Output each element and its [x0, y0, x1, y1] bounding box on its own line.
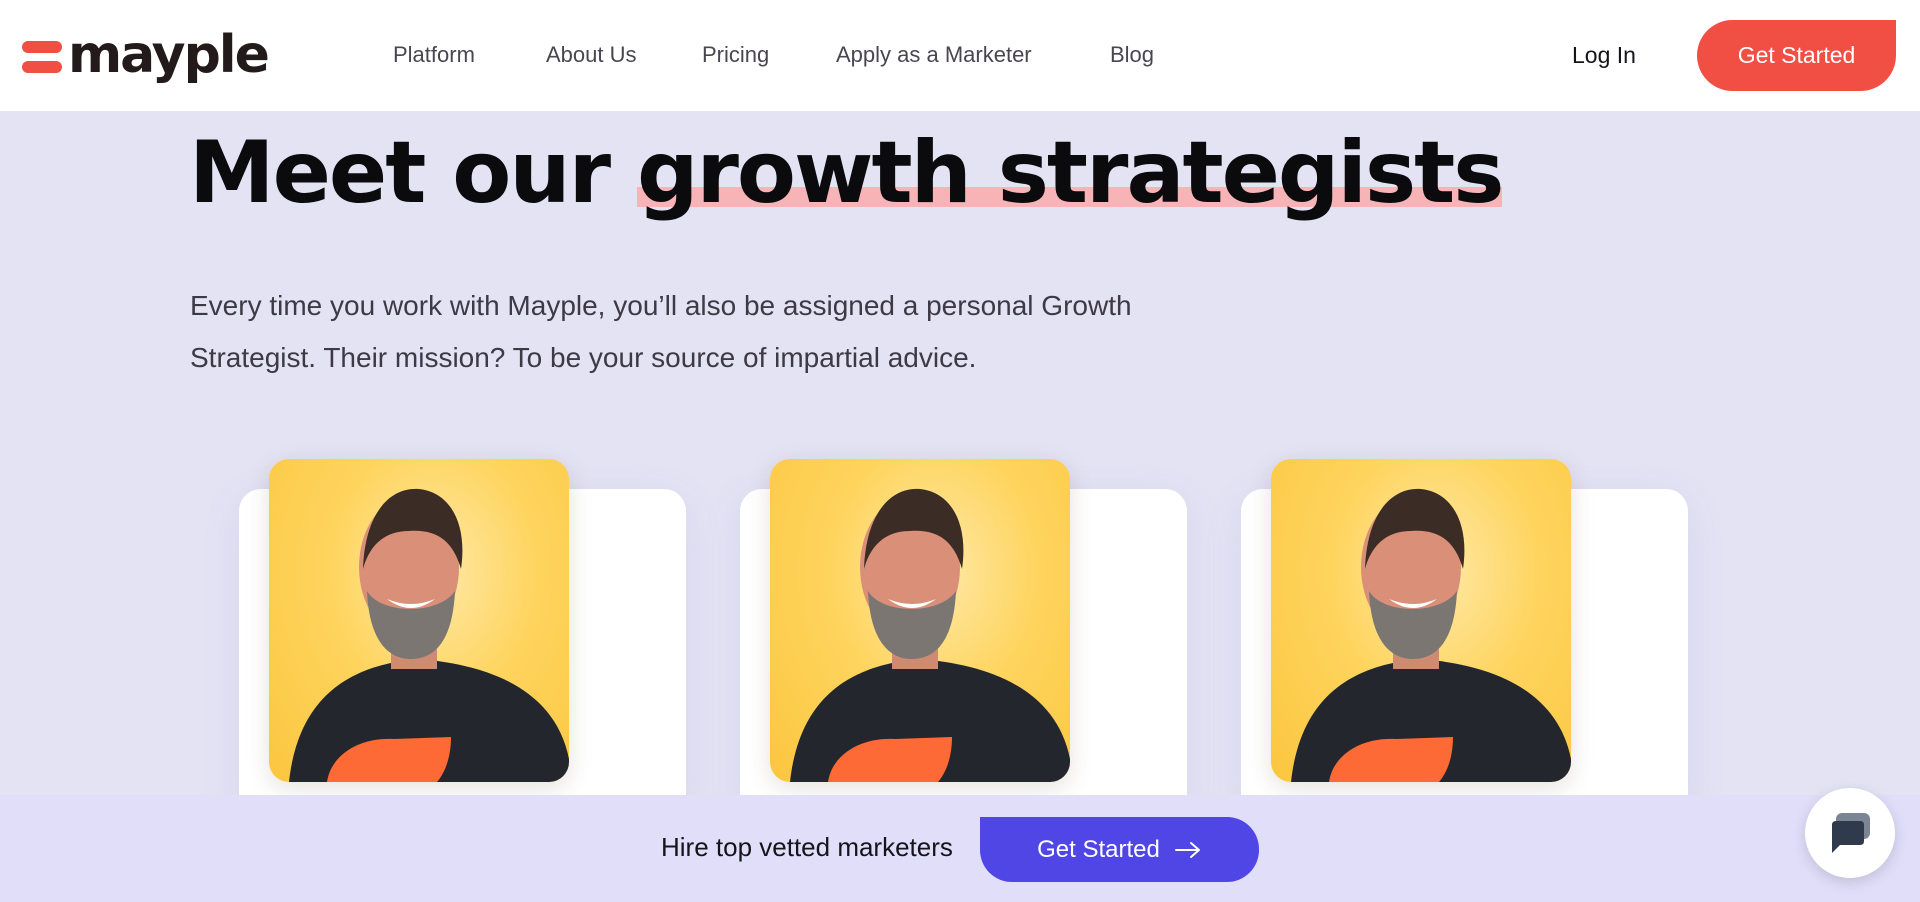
nav-item-apply-marketer[interactable]: Apply as a Marketer	[836, 42, 1032, 68]
title-highlight: growth strategists	[636, 123, 1504, 223]
nav-item-about-us[interactable]: About Us	[546, 42, 637, 68]
sticky-cta-bar: Hire top vetted marketers Get Started	[0, 795, 1920, 902]
nav-item-platform[interactable]: Platform	[393, 42, 475, 68]
hero-subtitle: Every time you work with Mayple, you’ll …	[190, 290, 1132, 373]
page-title: Meet our growth strategists	[189, 118, 1504, 228]
sticky-cta-text: Hire top vetted marketers	[661, 832, 953, 862]
strategist-photo	[1271, 459, 1571, 782]
strategist-photo	[770, 459, 1070, 782]
arrow-right-icon	[1174, 841, 1200, 858]
chat-bubble-icon	[1832, 813, 1870, 853]
header-get-started-button[interactable]: Get Started	[1697, 20, 1896, 91]
strategist-photo	[269, 459, 569, 782]
site-header: mayple Platform About Us Pricing Apply a…	[0, 0, 1920, 111]
logo-text: mayple	[68, 25, 270, 85]
login-link[interactable]: Log In	[1572, 42, 1636, 69]
strategist-portrait-icon	[790, 488, 1070, 782]
chat-launcher-button[interactable]	[1805, 788, 1895, 878]
strategist-portrait-icon	[289, 488, 569, 782]
logo-mark-icon	[22, 41, 62, 73]
nav-item-blog[interactable]: Blog	[1110, 42, 1154, 68]
sticky-get-started-button[interactable]: Get Started	[980, 817, 1259, 882]
brand-logo[interactable]: mayple	[22, 24, 270, 86]
strategist-portrait-icon	[1291, 488, 1571, 782]
sticky-cta-label: Get Started	[1037, 835, 1160, 863]
title-prefix: Meet our	[189, 123, 637, 223]
nav-item-pricing[interactable]: Pricing	[702, 42, 769, 68]
